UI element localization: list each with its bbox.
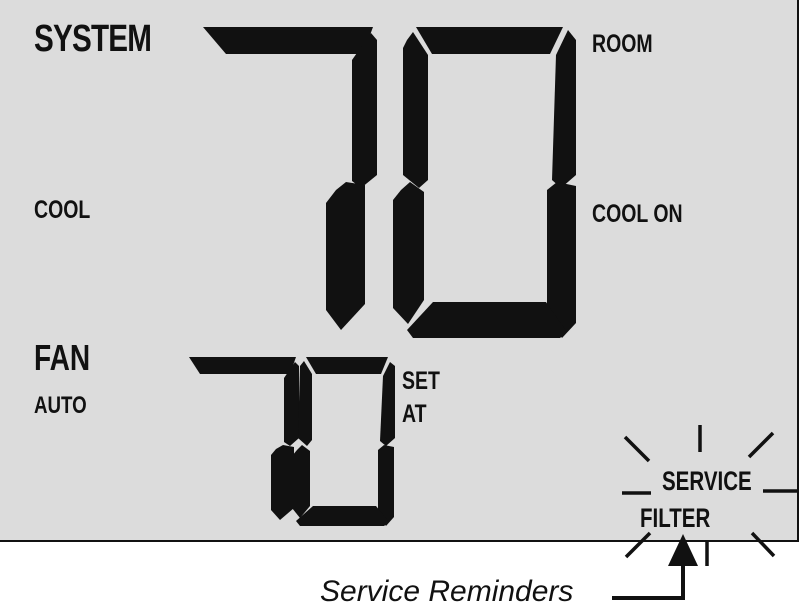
system-label: SYSTEM: [34, 18, 152, 60]
system-mode-label: COOL: [34, 196, 91, 224]
digit-0-upper-right-segment: [552, 30, 576, 188]
flash-ray: [747, 431, 775, 459]
digit-7-upper-right-segment: [352, 33, 377, 188]
flash-ray: [623, 435, 651, 463]
filter-reminder-label: FILTER: [640, 503, 711, 533]
set-digit-7-top-segment: [189, 357, 296, 374]
set-digit-0-upper-left-segment: [298, 361, 312, 446]
set-digit-0-bottom-segment: [296, 506, 389, 526]
flash-ray: [624, 531, 652, 559]
fan-label: FAN: [34, 337, 91, 378]
callout-arrow: [612, 534, 698, 600]
set-digit-7-upper-right-segment: [284, 362, 299, 446]
cooling-status-label: COOL ON: [592, 200, 683, 228]
set-label: SET: [402, 367, 440, 395]
room-temperature-digits: [203, 27, 576, 338]
digit-0-bottom-segment: [407, 302, 567, 338]
digit-0-top-segment: [416, 27, 563, 54]
set-temperature-digits: [189, 357, 395, 526]
set-digit-0-upper-right-segment: [380, 362, 395, 446]
at-label: AT: [402, 400, 427, 428]
set-digit-0-lower-left-segment: [292, 445, 310, 518]
digit-0-upper-left-segment: [403, 32, 428, 188]
set-digit-0-top-segment: [306, 357, 388, 374]
service-reminders-caption: Service Reminders: [320, 575, 574, 608]
digit-7-lower-right-segment: [326, 182, 365, 330]
flash-ray: [750, 531, 776, 558]
digit-7-top-segment: [203, 27, 373, 54]
service-reminder-label: SERVICE: [662, 466, 752, 496]
fan-mode-label: AUTO: [34, 392, 87, 419]
set-digit-7-lower-right-segment: [271, 445, 294, 520]
digit-0-lower-left-segment: [393, 182, 424, 324]
room-label: ROOM: [592, 30, 653, 58]
